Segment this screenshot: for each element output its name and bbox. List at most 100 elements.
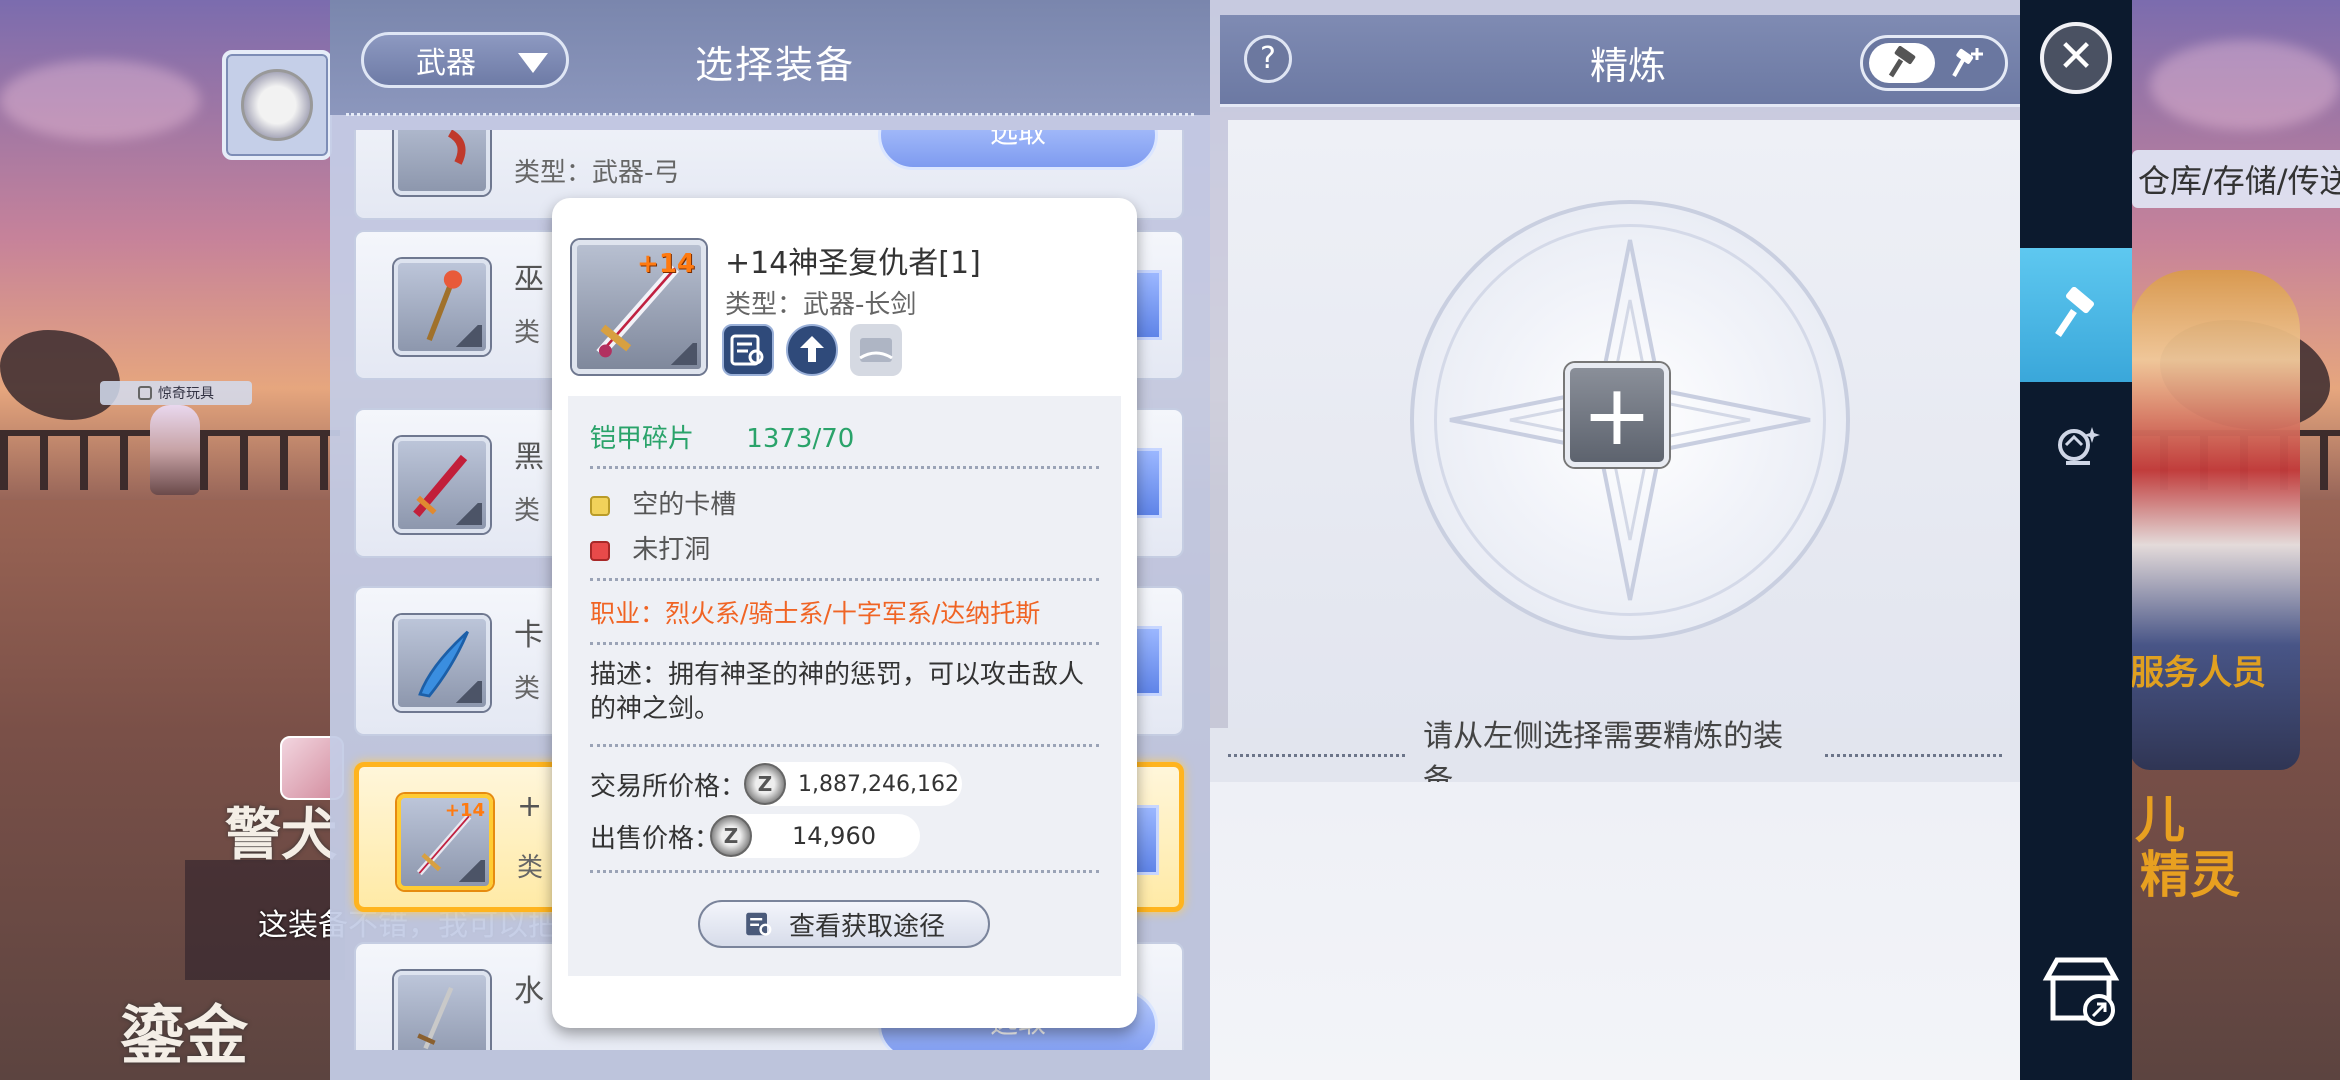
chevron-down-icon <box>518 53 548 73</box>
divider <box>590 642 1099 645</box>
divider <box>1824 753 2003 757</box>
empty-slot-text: 空的卡槽 <box>632 490 737 520</box>
card-type: 类型：武器-弓 <box>514 158 680 188</box>
refine-title: 精炼 <box>1590 44 1667 88</box>
card-name: 水 <box>514 974 544 1009</box>
palm-tree <box>0 330 120 420</box>
add-equipment-slot[interactable]: + <box>1565 363 1669 467</box>
material-value: 1373/70 <box>746 424 855 454</box>
card-slot-row: 空的卡槽 <box>590 484 736 521</box>
weapon-filter-dropdown[interactable]: 武器 <box>361 32 569 88</box>
exchange-price-label: 交易所价格： <box>590 772 747 802</box>
red-sword-icon <box>394 437 490 533</box>
upgrade-icon[interactable] <box>786 324 838 376</box>
divider <box>590 870 1099 873</box>
slot-mark <box>459 860 485 882</box>
divider <box>1228 753 1406 757</box>
npc-name: 惊奇玩具 <box>158 386 214 402</box>
card-name: 卡 <box>514 618 544 653</box>
tab-refine[interactable] <box>2020 248 2132 382</box>
staff-icon <box>394 259 490 355</box>
card-name: 巫 <box>514 262 544 297</box>
panel-title: 选择装备 <box>695 43 856 87</box>
npc-character[interactable] <box>150 405 200 495</box>
card-name: 黑 <box>514 440 544 475</box>
not-drilled-text: 未打洞 <box>632 535 711 565</box>
bow-icon <box>394 130 490 195</box>
gift-icon <box>138 386 152 400</box>
refine-header: ? 精炼 <box>1220 15 2028 107</box>
sell-price-label: 出售价格： <box>590 824 721 854</box>
details-icon[interactable] <box>722 324 774 376</box>
item-type: 类型：武器-长剑 <box>725 290 917 320</box>
zeny-coin-icon: Z <box>744 763 786 805</box>
hammer-tab[interactable] <box>1869 43 1935 83</box>
divider <box>346 113 1194 116</box>
npc-sign: 仓库/存储/传送 <box>2132 150 2340 208</box>
divider <box>590 578 1099 581</box>
exchange-price-value: 1,887,246,162 <box>798 771 959 797</box>
slot-mark <box>456 325 482 347</box>
magic-refine-icon <box>2058 427 2100 465</box>
guild-name-text: 鎏金 <box>120 1000 248 1074</box>
slot-mark <box>456 503 482 525</box>
empty-slot-icon <box>590 495 610 516</box>
sell-price-pill: Z 14,960 <box>710 814 920 858</box>
item-name: +14神圣复仇者[1] <box>725 246 981 281</box>
card-type: 类 <box>514 496 541 526</box>
item-action-icons <box>722 324 902 376</box>
hammer-plus-tab[interactable] <box>1937 43 1997 83</box>
material-row: 铠甲碎片 1373/70 <box>590 418 854 455</box>
shop-button[interactable] <box>2036 945 2126 1035</box>
npc-name-tag: 惊奇玩具 <box>100 381 252 405</box>
auto-battle-icon <box>241 69 313 141</box>
function-rail <box>2020 0 2132 1080</box>
blue-blade-icon <box>394 615 490 711</box>
card-type: 类 <box>517 853 544 883</box>
item-detail-tooltip: +14 +14神圣复仇者[1] 类型：武器-长剑 铠甲碎片 1373/70 空的… <box>552 198 1137 1028</box>
holy-sword-icon: +14 <box>572 240 706 374</box>
select-panel-header: 武器 选择装备 <box>330 0 1210 116</box>
sell-price-value: 14,960 <box>792 822 876 850</box>
card-type: 类 <box>514 318 541 348</box>
divider <box>590 466 1099 469</box>
divider <box>590 744 1099 747</box>
refine-mode-toggle[interactable] <box>1860 35 2008 91</box>
shop-icon <box>2042 957 2120 1026</box>
view-source-label: 查看获取途径 <box>788 911 945 942</box>
auto-battle-button[interactable] <box>222 50 332 160</box>
view-source-button[interactable]: 查看获取途径 <box>698 900 990 948</box>
holy-sword-icon: +14 <box>397 794 493 890</box>
refine-hint-bar: 请从左侧选择需要精炼的装备 <box>1210 719 2020 798</box>
slot-mark <box>456 681 482 703</box>
search-list-icon <box>746 912 772 936</box>
material-label: 铠甲碎片 <box>590 424 695 454</box>
sky-cloud <box>0 60 200 140</box>
card-slot-icon[interactable] <box>850 324 902 376</box>
sky-cloud <box>2150 40 2340 130</box>
dagger-icon <box>394 971 490 1050</box>
drill-row: 未打洞 <box>590 529 710 566</box>
hammer-icon <box>1888 46 1916 78</box>
filter-label: 武器 <box>416 46 476 81</box>
slot-mark <box>671 343 697 365</box>
exchange-price-pill: Z 1,887,246,162 <box>744 762 962 806</box>
npc-character-right[interactable] <box>2130 270 2300 770</box>
job-text: 职业：烈火系/骑士系/十字军系/达纳托斯 <box>590 599 1041 628</box>
description-text: 描述：拥有神圣的神的惩罚，可以攻击敌人的神之剑。 <box>590 660 1085 724</box>
tab-enchant[interactable] <box>2020 382 2132 516</box>
choose-button[interactable]: 选取 <box>878 130 1158 170</box>
plus-level-badge: +14 <box>637 249 695 279</box>
card-type: 类 <box>514 674 541 704</box>
close-button[interactable]: ✕ <box>2040 22 2112 94</box>
plus-level-badge: +14 <box>444 800 485 821</box>
hammer-plus-icon <box>1952 48 1983 77</box>
tooltip-body[interactable]: 铠甲碎片 1373/70 空的卡槽 未打洞 职业：烈火系/骑士系/十字军系/达纳… <box>568 396 1121 976</box>
not-drilled-icon <box>590 540 610 561</box>
help-button[interactable]: ? <box>1244 35 1292 83</box>
card-name: + <box>517 789 543 824</box>
zeny-coin-icon: Z <box>710 815 752 857</box>
npc-title-text: 服务人员 <box>2130 654 2266 692</box>
refine-result-area <box>1210 782 2020 1080</box>
hammer-icon <box>2055 287 2094 337</box>
